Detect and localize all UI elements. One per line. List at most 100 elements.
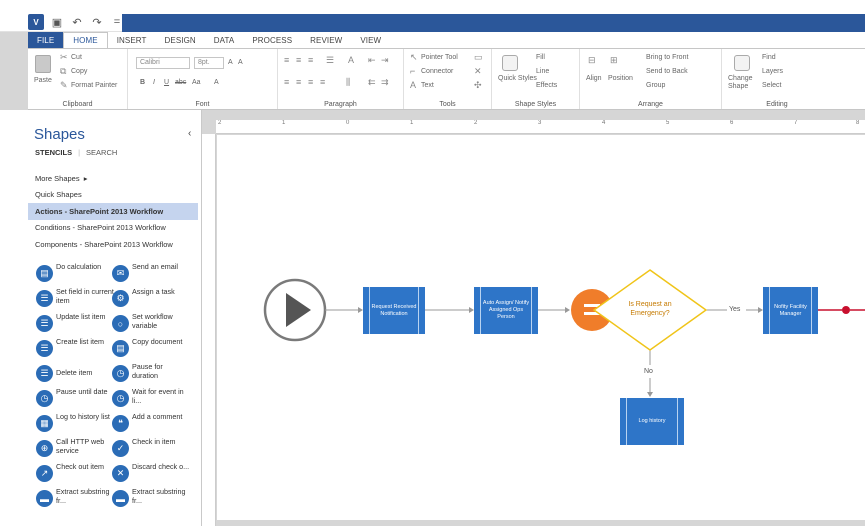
shape-tile[interactable]: ◷ Wait for event in li... <box>112 387 192 411</box>
send-to-back-button[interactable]: Send to Back <box>646 68 688 75</box>
cut-button[interactable]: Cut <box>71 54 82 61</box>
bold-button[interactable]: B <box>140 79 145 86</box>
shrink-font-button[interactable]: A <box>238 59 243 66</box>
text-tool-button[interactable]: Text <box>421 82 434 89</box>
tab-stencils[interactable]: STENCILS <box>35 148 72 157</box>
align-bottom-icon[interactable]: ≡ <box>308 55 313 65</box>
shape-tile[interactable]: ◷ Pause until date <box>36 387 116 411</box>
align-center-icon[interactable]: ≡ <box>296 77 301 87</box>
align-icon: ⊟ <box>588 55 596 65</box>
stencil-actions[interactable]: Actions - SharePoint 2013 Workflow <box>28 203 198 220</box>
more-shapes-menu[interactable]: More Shapes ▸ <box>28 170 198 187</box>
collapse-panel-icon[interactable]: ‹ <box>188 128 191 139</box>
undo-icon[interactable]: ↶ <box>70 16 84 29</box>
shape-tile[interactable]: ✕ Discard check o... <box>112 462 192 486</box>
shape-tile[interactable]: ⚙ Assign a task <box>112 287 192 311</box>
paste-button[interactable]: Paste <box>34 77 52 84</box>
tab-search[interactable]: SEARCH <box>86 148 117 157</box>
tools-group: ↖ Pointer Tool ⌐ Connector A Text ▭ ✕ ✣ … <box>404 49 492 109</box>
strikethrough-button[interactable]: abc <box>175 79 186 86</box>
shape-tile[interactable]: ◷ Pause for duration <box>112 362 192 386</box>
align-top-icon[interactable]: ≡ <box>284 55 289 65</box>
font-size-select[interactable]: 8pt. <box>194 57 224 69</box>
select-button[interactable]: Select <box>762 82 781 89</box>
layers-button[interactable]: Layers <box>762 68 783 75</box>
shape-tile[interactable]: ✓ Check in item <box>112 437 192 461</box>
bring-to-front-button[interactable]: Bring to Front <box>646 54 688 61</box>
email-icon: ✉ <box>112 265 129 282</box>
format-painter-button[interactable]: Format Painter <box>71 82 117 89</box>
decrease-indent-icon[interactable]: ⇤ <box>368 55 376 66</box>
stencil-conditions[interactable]: Conditions - SharePoint 2013 Workflow <box>28 220 198 237</box>
fill-button[interactable]: Fill <box>536 54 545 61</box>
indent-icon[interactable]: ⇉ <box>381 77 389 88</box>
pointer-tool-button[interactable]: Pointer Tool <box>421 54 458 61</box>
shape-tile[interactable]: ✉ Send an email <box>112 262 192 286</box>
copy-icon: ⧉ <box>60 66 67 76</box>
tab-design[interactable]: DESIGN <box>156 32 205 48</box>
extract-icon: ▬ <box>36 490 53 507</box>
change-shape-button[interactable]: Change Shape <box>728 75 758 91</box>
shape-tile[interactable]: ▬ Extract substring fr... <box>36 487 116 511</box>
shape-tile[interactable]: ☰ Update list item <box>36 312 116 336</box>
tab-file[interactable]: FILE <box>28 32 64 48</box>
process-node-request[interactable]: Request Received Notification <box>363 287 425 334</box>
shape-tile[interactable]: ☰ Delete item <box>36 362 116 386</box>
stencil-quick-shapes[interactable]: Quick Shapes <box>28 187 198 204</box>
text-direction-icon[interactable]: A <box>348 55 354 65</box>
find-button[interactable]: Find <box>762 54 776 61</box>
effects-button[interactable]: Effects <box>536 82 557 89</box>
quick-styles-button[interactable]: Quick Styles <box>498 75 537 82</box>
discard-icon: ✕ <box>112 465 129 482</box>
tab-process[interactable]: PROCESS <box>243 32 301 48</box>
process-node-assign[interactable]: Auto Assign/ Notify Assigned Ops Person <box>474 287 538 334</box>
tab-review[interactable]: REVIEW <box>301 32 351 48</box>
font-name-select[interactable]: Calibri <box>136 57 190 69</box>
align-right-icon[interactable]: ≡ <box>308 77 313 87</box>
shape-tile[interactable]: ❝ Add a comment <box>112 412 192 436</box>
position-button[interactable]: Position <box>608 75 633 82</box>
shape-tile[interactable]: ↗ Check out item <box>36 462 116 486</box>
connector-button[interactable]: Connector <box>421 68 453 75</box>
arrange-group: ⊟ Align ⊞ Position Bring to Front Send t… <box>580 49 722 109</box>
change-case-button[interactable]: Aa <box>192 79 201 86</box>
outdent-icon[interactable]: ⇇ <box>368 77 376 88</box>
tab-insert[interactable]: INSERT <box>108 32 156 48</box>
extract-icon: ▬ <box>112 490 129 507</box>
process-node-log[interactable]: Log history <box>620 398 684 445</box>
close-tool-icon[interactable]: ✕ <box>474 66 482 77</box>
shape-tile[interactable]: ▦ Log to history list <box>36 412 116 436</box>
save-icon[interactable]: ▣ <box>50 16 64 29</box>
shape-styles-group: Quick Styles Fill Line Effects Shape Sty… <box>492 49 580 109</box>
shape-tile[interactable]: ▤ Copy document <box>112 337 192 361</box>
paste-icon[interactable] <box>35 55 51 73</box>
shape-tile[interactable]: ○ Set workflow variable <box>112 312 192 336</box>
increase-indent-icon[interactable]: ⇥ <box>381 55 389 66</box>
shape-tile[interactable]: ▬ Extract substring fr... <box>112 487 192 511</box>
tab-data[interactable]: DATA <box>205 32 244 48</box>
shape-tile[interactable]: ☰ Set field in current item <box>36 287 116 311</box>
grow-font-button[interactable]: A <box>228 59 233 66</box>
align-left-icon[interactable]: ≡ <box>284 77 289 87</box>
tab-view[interactable]: VIEW <box>351 32 390 48</box>
copy-button[interactable]: Copy <box>71 68 87 75</box>
redo-icon[interactable]: ↷ <box>90 16 104 29</box>
rectangle-tool-icon[interactable]: ▭ <box>474 52 483 63</box>
align-middle-icon[interactable]: ≡ <box>296 55 301 65</box>
italic-button[interactable]: I <box>153 79 155 86</box>
justify-icon[interactable]: ≡ <box>320 77 325 87</box>
bullets-icon[interactable]: ☰ <box>326 55 334 66</box>
process-node-notify[interactable]: Nofity Facility Manager <box>763 287 818 334</box>
connection-point-icon[interactable]: ✣ <box>474 80 482 91</box>
line-button[interactable]: Line <box>536 68 549 75</box>
paragraph-spacing-icon[interactable]: ⫼ <box>346 77 350 88</box>
stencil-components[interactable]: Components - SharePoint 2013 Workflow <box>28 236 198 253</box>
font-color-button[interactable]: A <box>214 79 219 86</box>
shape-tile[interactable]: ▤ Do calculation <box>36 262 116 286</box>
underline-button[interactable]: U <box>164 79 169 86</box>
shape-tile[interactable]: ☰ Create list item <box>36 337 116 361</box>
group-button[interactable]: Group <box>646 82 665 89</box>
tab-home[interactable]: HOME <box>63 32 108 48</box>
align-button[interactable]: Align <box>586 75 602 82</box>
shape-tile[interactable]: ⊕ Call HTTP web service <box>36 437 116 461</box>
